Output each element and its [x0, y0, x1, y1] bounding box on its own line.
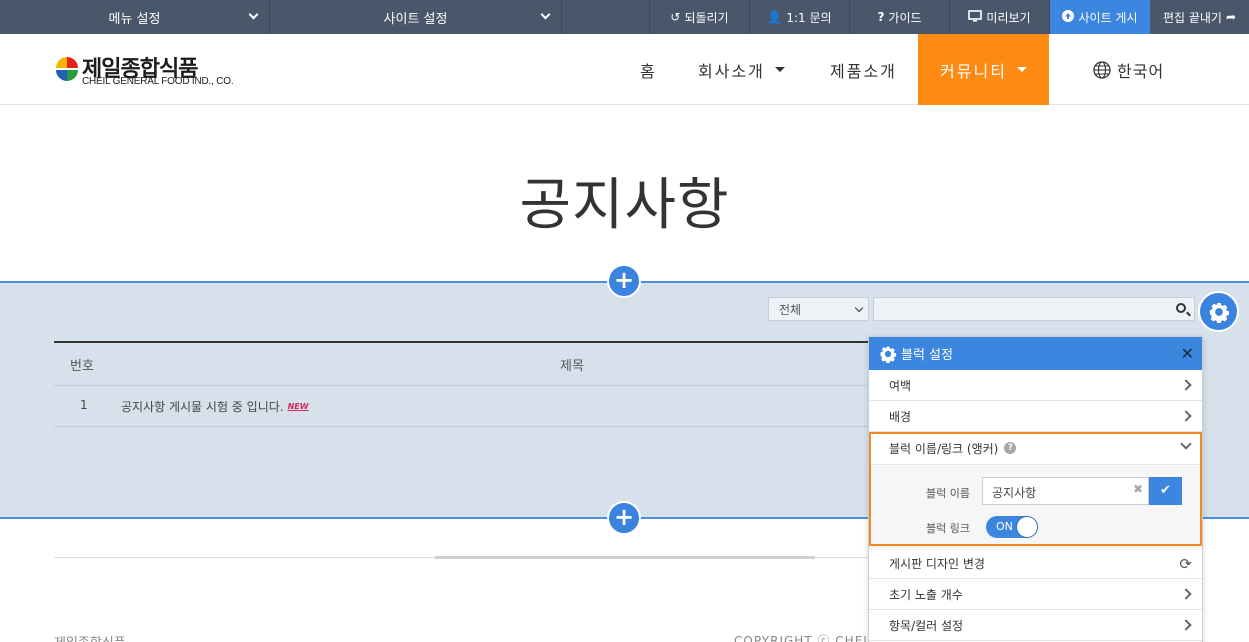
chevron-down-icon — [540, 9, 551, 20]
setting-initial-count-label: 초기 노출 개수 — [889, 587, 963, 602]
menu-settings-label: 메뉴 설정 — [108, 11, 161, 27]
share-arrow-icon: ➦ — [1225, 10, 1237, 24]
panel-header: 블럭 설정 ✕ — [869, 337, 1202, 370]
close-icon[interactable]: ✕ — [1181, 344, 1194, 363]
footer-bar — [435, 556, 815, 559]
setting-board-design[interactable]: 게시판 디자인 변경 ⟳ — [869, 548, 1202, 579]
publish-label: 사이트 게시 — [1078, 10, 1138, 25]
plus-icon: + — [613, 503, 635, 531]
user-icon: 👤 — [767, 10, 783, 24]
logo-mark-icon — [56, 57, 78, 81]
nav-products-label: 제품소개 — [830, 61, 897, 81]
panel-title: 블럭 설정 — [901, 348, 953, 363]
guide-button[interactable]: ? 가이드 — [850, 0, 950, 34]
table-divider — [54, 385, 870, 386]
chevron-right-icon — [1180, 410, 1192, 422]
setting-background-label: 배경 — [889, 409, 912, 424]
chevron-right-icon — [1180, 588, 1192, 600]
guide-label: 가이드 — [888, 10, 922, 25]
page-title: 공지사항 — [519, 173, 730, 238]
gear-icon — [1209, 302, 1229, 323]
setting-item-color-label: 항목/컬러 설정 — [889, 618, 964, 633]
caret-down-icon — [1016, 67, 1027, 72]
nav-about-label: 회사소개 — [698, 61, 765, 81]
nav-community-label: 커뮤니티 — [940, 61, 1007, 81]
table-row[interactable]: 공지사항 게시물 시험 중 입니다. NEW — [121, 398, 309, 415]
new-badge: NEW — [287, 402, 309, 411]
preview-label: 미리보기 — [986, 10, 1031, 25]
logo-english-text: CHEIL GENERAL FOOD IND., CO. — [82, 76, 234, 87]
nav-item-products[interactable]: 제품소개 — [830, 34, 897, 105]
row-subject-link[interactable]: 공지사항 게시물 시험 중 입니다. — [121, 400, 284, 414]
nav-item-about[interactable]: 회사소개 — [698, 34, 785, 105]
row-number: 1 — [80, 398, 88, 412]
chevron-down-icon — [248, 9, 259, 20]
setting-background[interactable]: 배경 — [869, 401, 1202, 432]
globe-icon — [1093, 60, 1111, 79]
search-filter-select[interactable]: 전체 — [768, 297, 869, 321]
menu-settings-dropdown[interactable]: 메뉴 설정 — [0, 0, 270, 34]
undo-icon: ↺ — [670, 10, 681, 24]
search-input[interactable] — [873, 297, 1195, 321]
question-icon: ? — [877, 10, 885, 24]
add-block-above-button[interactable]: + — [607, 264, 641, 298]
site-header: 제일종합식품 CHEIL GENERAL FOOD IND., CO. 홈 회사… — [0, 34, 1249, 105]
exit-edit-label: 편집 끝내기 — [1162, 10, 1222, 25]
chevron-right-icon — [1180, 379, 1192, 391]
chevron-right-icon — [1180, 619, 1192, 631]
upload-circle-icon — [1062, 9, 1075, 25]
site-settings-dropdown[interactable]: 사이트 설정 — [270, 0, 562, 34]
add-block-below-button[interactable]: + — [607, 501, 641, 535]
setting-initial-count[interactable]: 초기 노출 개수 — [869, 579, 1202, 610]
table-top-border — [54, 341, 870, 343]
setting-board-design-label: 게시판 디자인 변경 — [889, 556, 985, 571]
editor-toolbar: 메뉴 설정 사이트 설정 ↺ 되돌리기 👤 1:1 문의 ? 가이드 미리보기 … — [0, 0, 1249, 34]
block-settings-button[interactable] — [1198, 291, 1239, 332]
publish-button[interactable]: 사이트 게시 — [1050, 0, 1150, 34]
setting-margin[interactable]: 여백 — [869, 370, 1202, 401]
caret-down-icon — [774, 67, 785, 72]
preview-button[interactable]: 미리보기 — [950, 0, 1050, 34]
footer-copyright: COPYRIGHT ⓒ CHEIL — [734, 634, 876, 642]
nav-home-label: 홈 — [640, 61, 657, 81]
column-header-number: 번호 — [70, 359, 94, 374]
chevron-down-icon — [854, 303, 864, 313]
nav-item-community[interactable]: 커뮤니티 — [918, 34, 1049, 105]
language-label: 한국어 — [1117, 61, 1165, 81]
table-divider — [54, 426, 870, 427]
gear-icon — [880, 346, 897, 363]
refresh-icon: ⟳ — [1179, 555, 1192, 573]
monitor-icon — [968, 9, 983, 25]
highlight-outline — [869, 432, 1202, 546]
site-settings-label: 사이트 설정 — [383, 11, 448, 27]
undo-button[interactable]: ↺ 되돌리기 — [650, 0, 750, 34]
footer-company: 제일종합식품 — [54, 632, 126, 642]
toolbar-spacer — [562, 0, 650, 34]
plus-icon: + — [613, 266, 635, 294]
setting-item-color[interactable]: 항목/컬러 설정 — [869, 610, 1202, 641]
inquiry-label: 1:1 문의 — [786, 10, 832, 25]
exit-edit-button[interactable]: 편집 끝내기 ➦ — [1150, 0, 1249, 34]
column-header-subject: 제목 — [560, 359, 584, 374]
search-filter-value: 전체 — [779, 303, 802, 317]
company-logo[interactable]: 제일종합식품 CHEIL GENERAL FOOD IND., CO. — [54, 51, 254, 91]
setting-margin-label: 여백 — [889, 378, 912, 393]
inquiry-button[interactable]: 👤 1:1 문의 — [750, 0, 850, 34]
undo-label: 되돌리기 — [684, 10, 729, 25]
language-selector[interactable]: 한국어 — [1093, 34, 1164, 105]
nav-item-home[interactable]: 홈 — [640, 34, 657, 105]
search-icon[interactable] — [1176, 303, 1186, 313]
